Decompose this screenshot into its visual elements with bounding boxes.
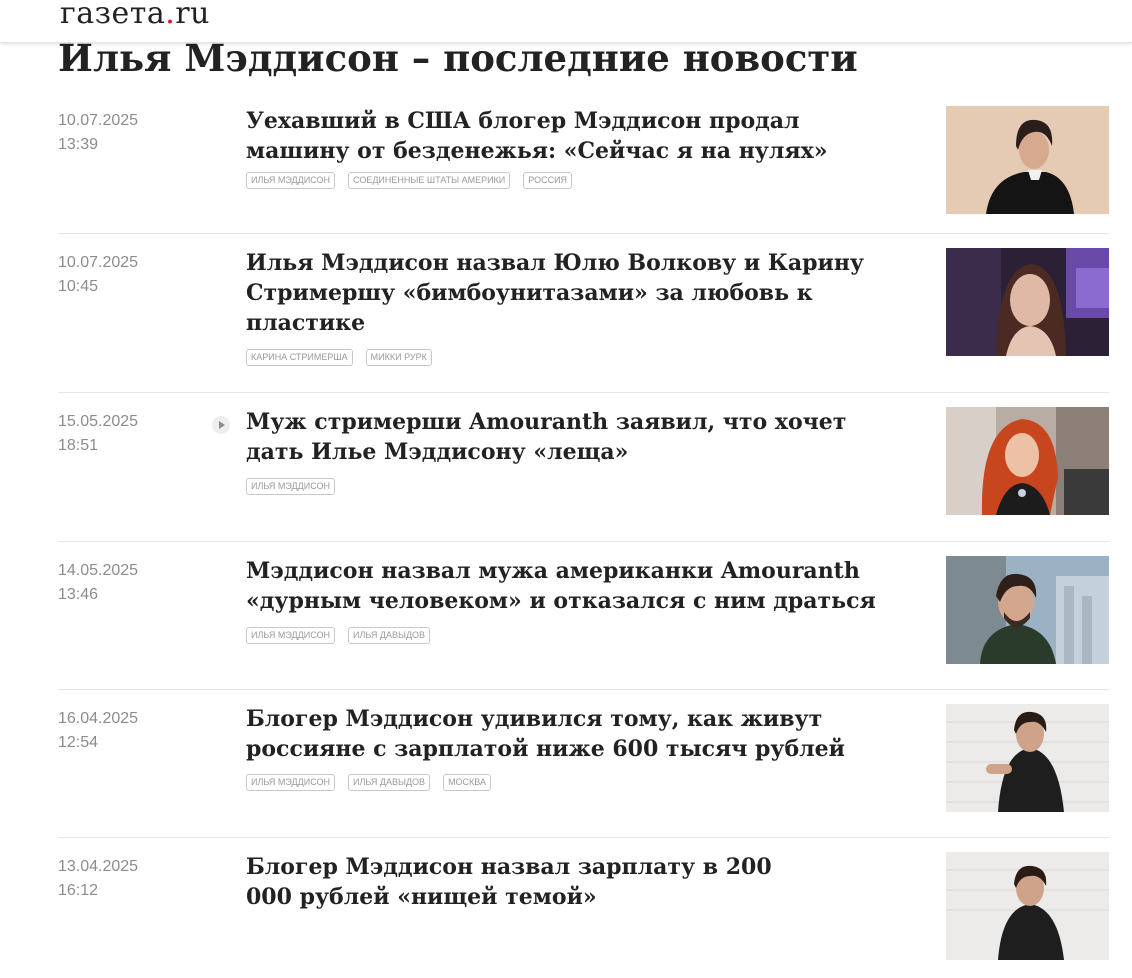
tag-link[interactable]: Илья Мэддисон — [246, 774, 336, 791]
logo-main-text: газета — [60, 0, 166, 31]
news-item[interactable]: 13.04.2025 16:12 Блогер Мэддисон назвал … — [58, 838, 1109, 978]
news-item[interactable]: 14.05.2025 13:46 Мэддисон назвал мужа ам… — [58, 542, 1109, 690]
news-item-time: 12:54 — [58, 734, 99, 751]
news-item-headline[interactable]: Блогер Мэддисон удивился тому, как живут… — [246, 704, 906, 764]
tag-link[interactable]: Соединенные Штаты Америки — [348, 172, 511, 189]
logo-dot: . — [165, 0, 176, 31]
news-item-tags: Илья Мэддисон — [246, 478, 336, 495]
news-item-date: 15.05.2025 — [58, 413, 139, 430]
tag-link[interactable]: Карина Стримерша — [246, 349, 353, 366]
site-logo[interactable]: газета.ru — [60, 0, 210, 34]
news-item-datetime: 14.05.2025 13:46 — [58, 559, 138, 607]
news-item-datetime: 15.05.2025 18:51 — [58, 410, 138, 458]
news-item-thumbnail[interactable] — [946, 248, 1109, 356]
news-item-thumbnail[interactable] — [946, 852, 1109, 960]
tag-link[interactable]: Илья Давыдов — [348, 774, 431, 791]
tag-link[interactable]: Москва — [443, 774, 492, 791]
news-item[interactable]: 16.04.2025 12:54 Блогер Мэддисон удивилс… — [58, 690, 1109, 838]
news-item-headline[interactable]: Илья Мэддисон назвал Юлю Волкову и Карин… — [246, 248, 906, 338]
news-item[interactable]: 15.05.2025 18:51 Муж стримерши Amouranth… — [58, 393, 1109, 542]
news-item-tags: Илья Мэддисон Илья Давыдов Москва — [246, 774, 492, 791]
news-item-headline[interactable]: Уехавший в США блогер Мэддисон продал ма… — [246, 106, 906, 166]
news-item[interactable]: 10.07.2025 10:45 Илья Мэддисон назвал Юл… — [58, 234, 1109, 393]
news-item-date: 14.05.2025 — [58, 562, 139, 579]
news-item-time: 16:12 — [58, 882, 99, 899]
news-item-thumbnail[interactable] — [946, 556, 1109, 664]
news-item-datetime: 13.04.2025 16:12 — [58, 855, 138, 903]
news-item-thumbnail[interactable] — [946, 704, 1109, 812]
news-item-tags: Илья Мэддисон Соединенные Штаты Америки … — [246, 172, 573, 189]
tag-link[interactable]: Илья Мэддисон — [246, 478, 336, 495]
tag-link[interactable]: Илья Давыдов — [348, 627, 431, 644]
news-item-tags: Карина Стримерша Микки Рурк — [246, 349, 432, 366]
logo-tld-text: ru — [175, 0, 210, 31]
tag-link[interactable]: Илья Мэддисон — [246, 627, 336, 644]
news-item-time: 13:39 — [58, 136, 99, 153]
news-item-thumbnail[interactable] — [946, 407, 1109, 515]
news-item-datetime: 10.07.2025 13:39 — [58, 109, 138, 157]
site-header: газета.ru — [0, 0, 1132, 43]
news-item-thumbnail[interactable] — [946, 106, 1109, 214]
news-item-time: 10:45 — [58, 278, 99, 295]
news-item-tags: Илья Мэддисон Илья Давыдов — [246, 627, 431, 644]
news-item-date: 16.04.2025 — [58, 710, 139, 727]
news-item-time: 18:51 — [58, 437, 99, 454]
news-item-datetime: 16.04.2025 12:54 — [58, 707, 138, 755]
news-feed: 10.07.2025 13:39 Уехавший в США блогер М… — [58, 92, 1109, 978]
news-item-date: 10.07.2025 — [58, 254, 139, 271]
tag-link[interactable]: Микки Рурк — [365, 349, 432, 366]
news-item-headline[interactable]: Мэддисон назвал мужа американки Amourant… — [246, 556, 906, 616]
news-item-headline[interactable]: Блогер Мэддисон назвал зарплату в 200 00… — [246, 852, 806, 912]
tag-link[interactable]: Илья Мэддисон — [246, 172, 336, 189]
video-play-icon — [212, 416, 230, 434]
news-item-time: 13:46 — [58, 586, 99, 603]
news-item[interactable]: 10.07.2025 13:39 Уехавший в США блогер М… — [58, 92, 1109, 234]
news-item-headline[interactable]: Муж стримерши Amouranth заявил, что хоче… — [246, 407, 906, 467]
news-item-date: 13.04.2025 — [58, 858, 139, 875]
news-item-date: 10.07.2025 — [58, 112, 139, 129]
tag-link[interactable]: Россия — [523, 172, 573, 189]
news-item-datetime: 10.07.2025 10:45 — [58, 251, 138, 299]
